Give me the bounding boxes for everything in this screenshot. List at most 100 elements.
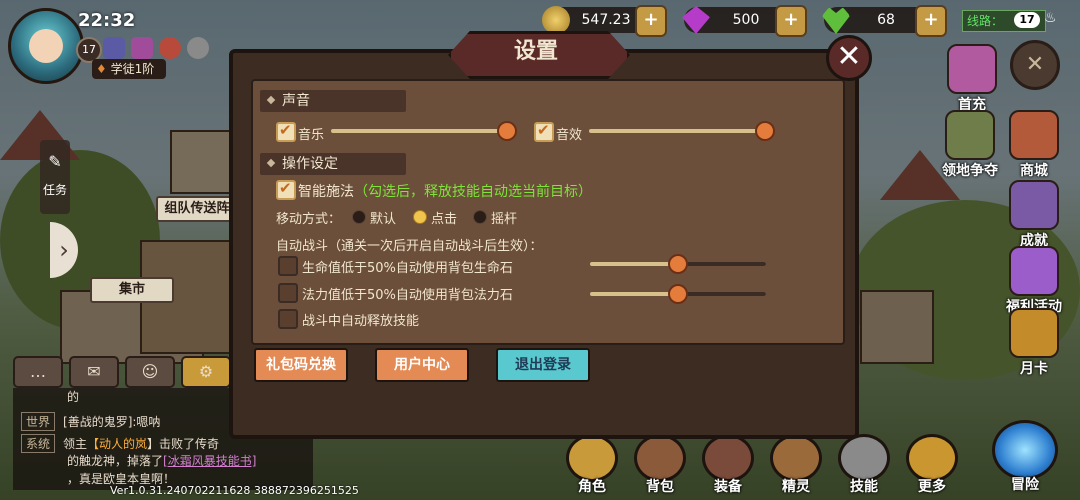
move-click-label[interactable]: 点击 — [431, 208, 457, 227]
system-text: 领主 — [63, 437, 88, 451]
side-item-achievement[interactable]: 成就 — [1001, 180, 1067, 250]
smart-cast-checkbox[interactable] — [276, 179, 296, 200]
diamond-bullet-icon — [266, 95, 276, 105]
party-teleport-sign[interactable]: 组队传送阵 — [156, 196, 238, 222]
move-click-radio[interactable] — [413, 210, 427, 224]
gem-value: 500 — [732, 12, 760, 28]
move-joystick-label[interactable]: 摇杆 — [491, 208, 517, 227]
player-avatar[interactable] — [8, 8, 84, 84]
mp-slider-empty — [678, 292, 766, 296]
chat-line: 的 — [67, 390, 80, 404]
armor-icon — [702, 434, 754, 482]
shop-tent-icon — [1009, 110, 1059, 160]
stamina-value: 68 — [877, 12, 895, 28]
bag-icon — [634, 434, 686, 482]
player-rank-label: 学徒1阶 — [110, 62, 155, 76]
rank-badge-icon[interactable] — [103, 37, 125, 59]
mp-slider-knob[interactable] — [668, 284, 688, 304]
sword-icon — [838, 434, 890, 482]
dock-label: 精灵 — [782, 479, 810, 495]
sound-section-header: 声音 — [260, 90, 406, 112]
user-center-button[interactable]: 用户中心 — [375, 348, 469, 382]
server-line-label: 线路： — [967, 14, 1004, 28]
world-channel-tag: 世界 — [21, 412, 56, 431]
helmet-badge-icon[interactable] — [187, 37, 209, 59]
crossed-swords-button[interactable]: ✕ — [1010, 40, 1060, 90]
smart-cast-label: 智能施法（勾选后，释放技能自动选当前目标） — [298, 181, 592, 201]
music-slider[interactable] — [331, 121, 517, 141]
stamina-counter: 68 + — [822, 5, 947, 37]
sfx-checkbox[interactable] — [534, 121, 554, 142]
card-icon — [1009, 308, 1059, 358]
mp-threshold-slider[interactable] — [590, 284, 766, 304]
side-item-shop[interactable]: 商城 — [1001, 110, 1067, 180]
hp-auto-label: 生命值低于50%自动使用背包生命石 — [302, 261, 513, 276]
vip-badge-icon[interactable] — [131, 37, 153, 59]
mp-auto-checkbox[interactable] — [278, 283, 298, 303]
control-section-label: 操作设定 — [282, 156, 338, 172]
side-item-territory[interactable]: 领地争夺 — [937, 110, 1003, 180]
settings-gear-icon[interactable]: ⚙ — [181, 356, 231, 388]
scroll-icon: ✎ — [48, 152, 62, 171]
trophy-icon — [1009, 180, 1059, 230]
gift-code-button[interactable]: 礼包码兑换 — [254, 348, 348, 382]
settings-title: 设置 — [513, 39, 558, 64]
task-tab[interactable]: ✎ 任务 — [40, 140, 70, 214]
control-section-header: 操作设定 — [260, 153, 406, 175]
smart-cast-hint: （勾选后，释放技能自动选当前目标） — [354, 184, 592, 200]
lord-name[interactable]: 【动人的岚 — [87, 437, 147, 451]
music-label: 音乐 — [298, 128, 325, 143]
music-checkbox[interactable] — [276, 121, 296, 142]
diamond-bullet-icon — [266, 158, 276, 168]
system-channel-tag: 系统 — [21, 434, 56, 453]
logout-button[interactable]: 退出登录 — [496, 348, 590, 382]
chat-line-system: 系统 领主【动人的岚】击败了传奇 — [21, 434, 219, 453]
hp-slider-knob[interactable] — [668, 254, 688, 274]
close-button[interactable]: ✕ — [826, 35, 872, 81]
move-default-label[interactable]: 默认 — [370, 208, 396, 227]
dock-label: 装备 — [714, 479, 742, 495]
move-joystick-radio[interactable] — [473, 210, 487, 224]
dock-more[interactable]: 更多 — [902, 434, 962, 496]
mail-icon[interactable]: ✉ — [69, 356, 119, 388]
music-slider-knob[interactable] — [497, 121, 517, 141]
dock-spirit[interactable]: 精灵 — [766, 434, 826, 496]
chat-bubble-icon[interactable]: … — [13, 356, 63, 388]
gold-coin-icon — [542, 6, 570, 34]
sfx-slider-knob[interactable] — [755, 121, 775, 141]
side-item-welfare[interactable]: 福利活动 — [1001, 246, 1067, 316]
dock-label: 背包 — [646, 479, 674, 495]
side-item-first-recharge[interactable]: 首充 — [939, 44, 1005, 114]
heart-badge-icon[interactable] — [159, 37, 181, 59]
adventure-portal-icon — [992, 420, 1058, 480]
server-line-number: 17 — [1014, 12, 1040, 28]
sound-section-label: 声音 — [282, 93, 310, 109]
hp-auto-checkbox[interactable] — [278, 256, 298, 276]
territory-shield-icon — [945, 110, 995, 160]
dock-character[interactable]: 角色 — [562, 434, 622, 496]
friends-icon[interactable]: ☺ — [125, 356, 175, 388]
dock-skill[interactable]: 技能 — [834, 434, 894, 496]
add-stamina-button[interactable]: + — [915, 5, 947, 37]
auto-battle-label: 自动战斗（通关一次后开启自动战斗后生效）： — [276, 239, 543, 254]
hp-threshold-slider[interactable] — [590, 254, 766, 274]
side-item-month-card[interactable]: 月卡 — [1001, 308, 1067, 378]
more-icon — [906, 434, 958, 482]
auto-skill-checkbox[interactable] — [278, 309, 298, 329]
dock-equipment[interactable]: 装备 — [698, 434, 758, 496]
player-rank: ♦ 学徒1阶 — [92, 59, 167, 79]
version-text: Ver1.0.31.240702211628 388872396251525 — [110, 484, 359, 497]
add-gold-button[interactable]: + — [635, 5, 667, 37]
dock-bag[interactable]: 背包 — [630, 434, 690, 496]
world-user[interactable]: [善战的鬼罗 — [63, 415, 128, 429]
market-sign[interactable]: 集市 — [90, 277, 174, 303]
mp-auto-label: 法力值低于50%自动使用背包法力石 — [302, 288, 513, 303]
move-default-radio[interactable] — [352, 210, 366, 224]
dock-label: 冒险 — [1011, 477, 1039, 493]
item-link[interactable]: [冰霜风暴技能书] — [163, 454, 256, 468]
sfx-slider[interactable] — [589, 121, 775, 141]
add-gem-button[interactable]: + — [775, 5, 807, 37]
move-mode-label: 移动方式： — [276, 212, 342, 227]
gold-counter: 547.23万 + — [542, 5, 667, 54]
dock-adventure[interactable]: 冒险 — [992, 420, 1058, 494]
